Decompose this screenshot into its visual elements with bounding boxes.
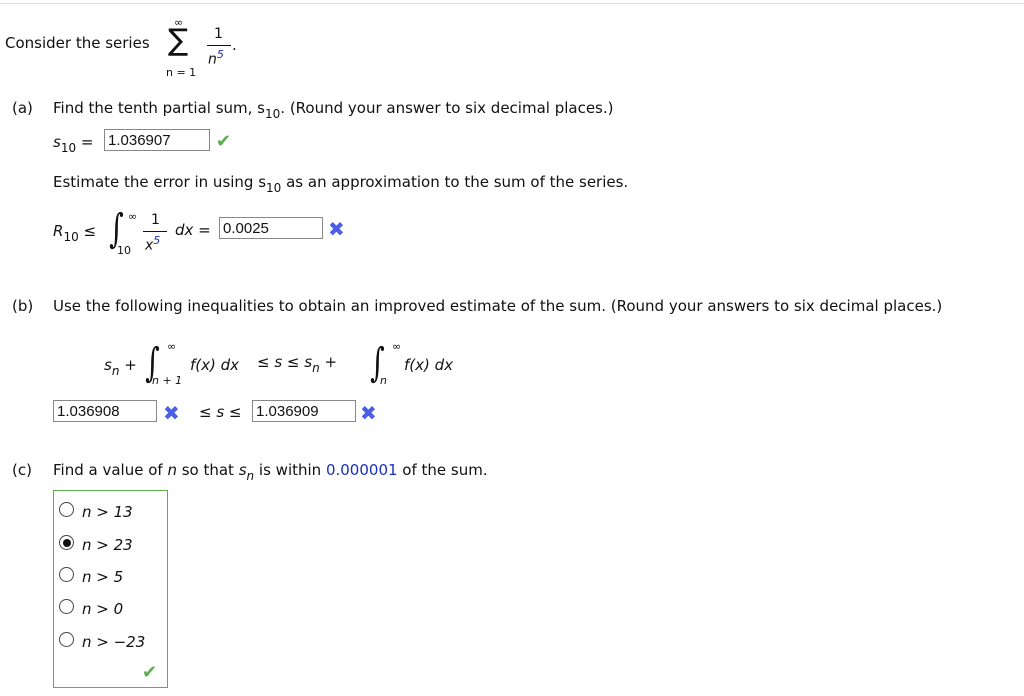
check-icon: ✔: [216, 131, 232, 152]
integral-lower-1: n + 1: [152, 374, 183, 387]
int-numerator: 1: [151, 212, 160, 228]
fraction-bar: [207, 45, 231, 46]
part-c-question: Find a value of n so that sn is within 0…: [53, 461, 488, 483]
middle-inequality: ≤ s ≤: [199, 403, 242, 421]
intro-text: Consider the series: [5, 34, 150, 52]
check-icon: ✔: [142, 662, 158, 683]
option-label-4: n > −23: [82, 633, 146, 651]
option-label-0: n > 13: [82, 503, 133, 521]
error-text: Estimate the error in using s10 as an ap…: [53, 173, 629, 195]
option-label-3: n > 0: [82, 600, 124, 618]
part-a-label: (a): [12, 99, 33, 117]
integral-upper: ∞: [128, 210, 138, 223]
r10-input[interactable]: 0.0025: [219, 217, 323, 239]
numerator: 1: [214, 26, 223, 42]
top-divider: [0, 3, 1024, 4]
part-b-question: Use the following inequalities to obtain…: [53, 297, 943, 315]
radio-option-1[interactable]: [59, 535, 74, 550]
part-a-question: Find the tenth partial sum, s10. (Round …: [53, 99, 614, 121]
r10-label: R10 ≤: [53, 222, 97, 244]
integral-lower: 10: [117, 244, 131, 257]
period: .: [232, 36, 237, 54]
denominator: n5: [208, 48, 224, 68]
lower-bound-input[interactable]: 1.036908: [53, 400, 157, 422]
option-label-2: n > 5: [82, 568, 124, 586]
part-b-label: (b): [12, 297, 34, 315]
incorrect-icon: ✖: [328, 217, 345, 241]
integral-upper-1: ∞: [167, 340, 177, 353]
upper-bound-input[interactable]: 1.036909: [252, 400, 356, 422]
radio-option-4[interactable]: [59, 632, 74, 647]
fx-label-2: f(x) dx: [404, 356, 454, 374]
dx-label: dx =: [175, 221, 211, 239]
inequality: ≤ s ≤ sn +: [257, 353, 338, 375]
sigma-icon: ∑: [168, 23, 189, 58]
s10-label: s10 =: [53, 133, 94, 155]
int-denominator: x5: [145, 234, 161, 254]
s10-input[interactable]: 1.036907: [104, 129, 210, 151]
sn-label-1: sn +: [104, 356, 137, 378]
incorrect-icon: ✖: [360, 401, 377, 425]
integral-upper-2: ∞: [392, 340, 402, 353]
option-label-1: n > 23: [82, 536, 133, 554]
int-fraction-bar: [143, 231, 167, 232]
radio-option-0[interactable]: [59, 502, 74, 517]
incorrect-icon: ✖: [163, 401, 180, 425]
radio-option-3[interactable]: [59, 599, 74, 614]
integral-lower-2: n: [380, 374, 387, 387]
fx-label-1: f(x) dx: [190, 356, 240, 374]
radio-option-2[interactable]: [59, 567, 74, 582]
part-c-label: (c): [12, 461, 32, 479]
sum-lower: n = 1: [166, 66, 197, 79]
